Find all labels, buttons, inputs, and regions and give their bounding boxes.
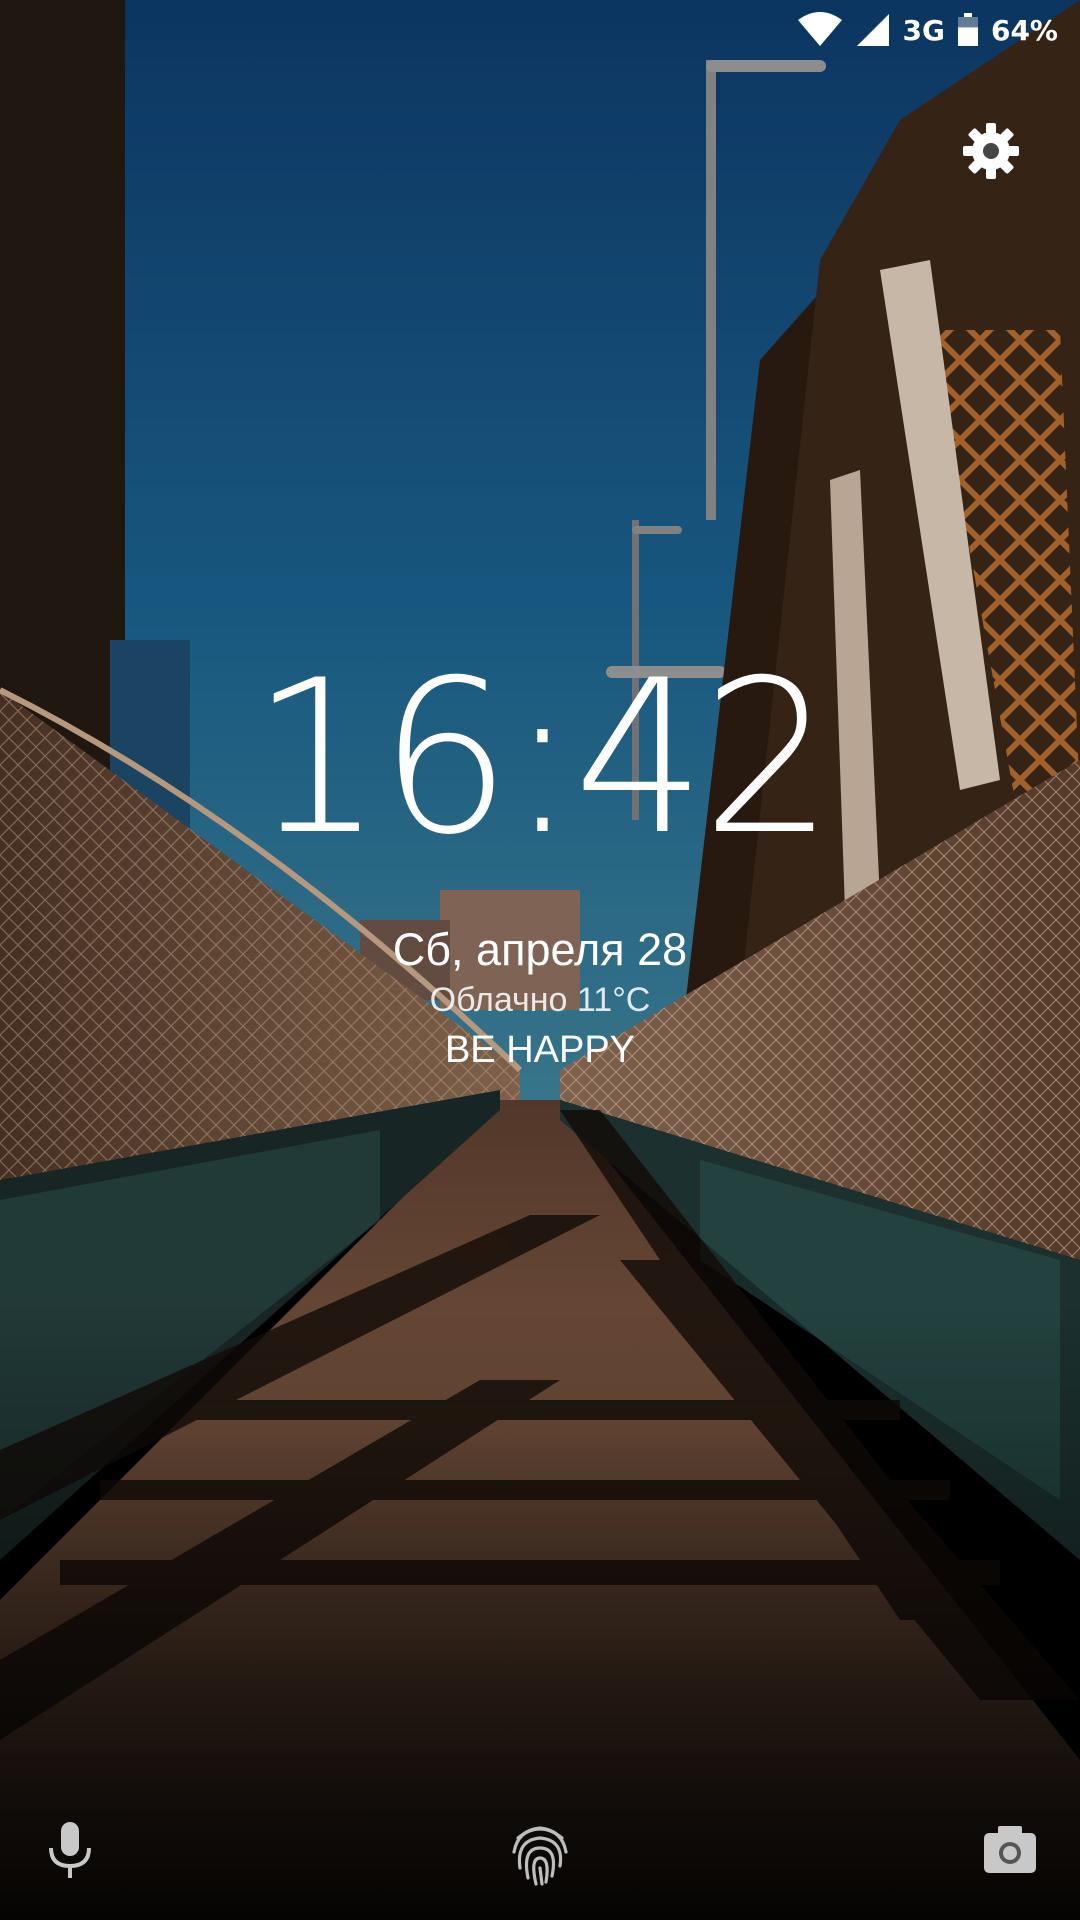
wifi-icon bbox=[797, 12, 843, 48]
camera-icon[interactable] bbox=[982, 1823, 1038, 1875]
lockscreen-clock: 16:42 bbox=[0, 648, 1080, 868]
network-type: 3G bbox=[902, 13, 945, 47]
gear-icon[interactable] bbox=[962, 122, 1020, 180]
fingerprint-icon[interactable] bbox=[508, 1818, 572, 1888]
battery-percent: 64% bbox=[990, 13, 1058, 47]
clock-time: 16:42 bbox=[250, 634, 833, 881]
battery-icon bbox=[957, 13, 979, 47]
microphone-icon[interactable] bbox=[45, 1820, 95, 1880]
lockscreen-weather: Облачно 11°C bbox=[429, 981, 651, 1019]
lockscreen-date: Сб, апреля 28 bbox=[392, 924, 688, 975]
cell-signal-icon bbox=[855, 12, 891, 48]
lock-screen: 3G 64% 16:42 Сб, апреля 28 Облачно 11°C … bbox=[0, 0, 1080, 1920]
status-bar: 3G 64% bbox=[797, 0, 1080, 60]
owner-info-message: BE HAPPY bbox=[444, 1029, 636, 1071]
